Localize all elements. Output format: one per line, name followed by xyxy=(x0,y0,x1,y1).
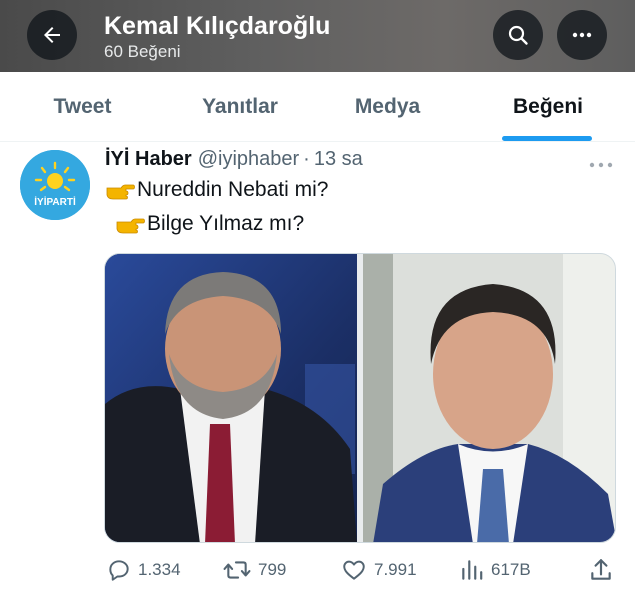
back-button[interactable] xyxy=(27,10,77,60)
reply-count: 1.334 xyxy=(138,560,181,579)
avatar[interactable]: İYİPARTİ xyxy=(20,150,90,220)
retweet-icon xyxy=(223,561,251,579)
more-horizontal-icon xyxy=(589,162,613,168)
more-button[interactable] xyxy=(557,10,607,60)
share-icon xyxy=(591,559,611,580)
tweet-header: İYİ Haber @iyiphaber · 13 sa xyxy=(105,148,363,176)
iyi-parti-logo-icon: İYİPARTİ xyxy=(20,150,90,220)
tweet-actions: 1.334 799 7.991 617B xyxy=(0,552,635,588)
search-icon xyxy=(508,25,528,45)
person-photo-icon xyxy=(363,254,615,542)
tweet-text-line: Bilge Yılmaz mı? xyxy=(115,212,304,236)
profile-tabs: Tweet Yanıtlar Medya Beğeni xyxy=(0,72,635,142)
tweet-text-line: Nureddin Nebati mi? xyxy=(105,178,328,202)
author-handle[interactable]: @iyiphaber xyxy=(198,148,299,171)
arrow-left-icon xyxy=(44,27,60,43)
tweet-more-button[interactable] xyxy=(588,150,614,176)
likes-count-subtitle: 60 Beğeni xyxy=(104,42,181,61)
reply-icon xyxy=(109,560,129,581)
retweet-button[interactable]: 799 xyxy=(222,552,286,588)
tweet-media[interactable] xyxy=(104,253,616,543)
tweet-photo[interactable] xyxy=(363,254,615,542)
tweet-text: Bilge Yılmaz mı? xyxy=(147,212,305,235)
tweet-photo[interactable] xyxy=(105,254,357,542)
pointing-hand-icon xyxy=(116,218,145,234)
like-button[interactable]: 7.991 xyxy=(340,552,417,588)
tweet-text: Nureddin Nebati mi? xyxy=(137,178,329,201)
retweet-count: 799 xyxy=(258,560,287,579)
tab-likes[interactable]: Beğeni xyxy=(488,72,608,142)
tweet-time[interactable]: 13 sa xyxy=(314,148,363,171)
profile-name: Kemal Kılıçdaroğlu xyxy=(104,12,331,40)
pointing-hand-icon xyxy=(106,184,135,200)
bar-chart-icon xyxy=(462,560,483,580)
views-button[interactable]: 617B xyxy=(459,552,531,588)
tab-media[interactable]: Medya xyxy=(325,72,450,142)
profile-header: Kemal Kılıçdaroğlu 60 Beğeni xyxy=(0,0,635,72)
separator-dot: · xyxy=(303,148,310,170)
tab-tweet[interactable]: Tweet xyxy=(20,72,145,142)
reply-button[interactable]: 1.334 xyxy=(106,552,181,588)
more-horizontal-icon xyxy=(572,32,592,38)
tab-replies[interactable]: Yanıtlar xyxy=(170,72,310,142)
active-tab-indicator xyxy=(502,136,592,141)
like-count: 7.991 xyxy=(374,560,417,579)
person-photo-icon xyxy=(105,254,357,542)
svg-text:İYİPARTİ: İYİPARTİ xyxy=(34,195,76,208)
share-button[interactable] xyxy=(588,552,620,588)
author-name[interactable]: İYİ Haber xyxy=(105,148,192,171)
views-count: 617B xyxy=(491,560,531,579)
search-button[interactable] xyxy=(493,10,543,60)
heart-icon xyxy=(343,560,365,580)
